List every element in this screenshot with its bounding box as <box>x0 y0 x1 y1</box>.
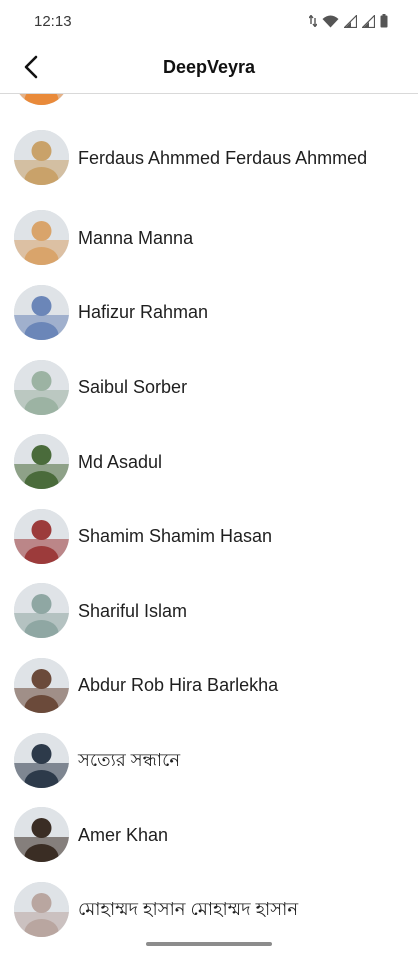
list-item[interactable]: Shamim Shamim Hasan <box>0 499 418 574</box>
list-item[interactable]: Abdur Rob Hira Barlekha <box>0 648 418 723</box>
wifi-icon <box>322 15 339 27</box>
battery-icon <box>380 14 388 28</box>
avatar <box>14 657 69 713</box>
member-name: Md Asadul <box>78 451 163 472</box>
avatar <box>14 732 69 788</box>
person-icon <box>14 508 69 564</box>
person-icon <box>14 130 69 186</box>
signal-icon <box>362 14 375 28</box>
list-item[interactable]: Saibul Sorber <box>0 350 418 425</box>
list-item[interactable]: সত্যের সন্ধানে <box>0 723 418 798</box>
list-item[interactable]: Shariful Islam <box>0 574 418 649</box>
person-icon <box>14 284 69 340</box>
list-item[interactable]: Hafizur Rahman <box>0 275 418 350</box>
person-icon <box>14 434 69 490</box>
member-name: Shariful Islam <box>78 600 188 621</box>
member-name: সত্যের সন্ধানে <box>78 750 181 771</box>
member-name: Saibul Sorber <box>78 377 188 398</box>
avatar <box>14 881 69 937</box>
member-list[interactable]: Sayem ¹ Ferdaus Ahmmed Ferdaus Ahmmed Mann… <box>0 94 418 940</box>
person-icon <box>14 94 69 105</box>
list-item[interactable]: মোহাম্মদ হাসান মোহাম্মদ হাসান <box>0 872 418 940</box>
person-icon <box>14 210 69 266</box>
signal-icon <box>344 14 357 28</box>
avatar <box>14 284 69 340</box>
avatar <box>14 807 69 863</box>
avatar <box>14 359 69 415</box>
avatar <box>14 210 69 266</box>
person-icon <box>14 881 69 937</box>
person-icon <box>14 732 69 788</box>
member-name: Ferdaus Ahmmed Ferdaus Ahmmed <box>78 147 368 168</box>
member-list-content: Sayem ¹ Ferdaus Ahmmed Ferdaus Ahmmed Mann… <box>0 94 418 940</box>
member-name: Manna Manna <box>78 227 194 248</box>
list-item[interactable]: Ferdaus Ahmmed Ferdaus Ahmmed <box>0 115 418 201</box>
person-icon <box>14 583 69 639</box>
data-arrows-icon <box>309 15 317 27</box>
page-title: DeepVeyra <box>162 57 256 77</box>
avatar <box>14 130 69 186</box>
list-item[interactable]: Sayem ¹ <box>0 94 418 115</box>
status-icons <box>309 14 388 28</box>
member-name: Shamim Shamim Hasan <box>78 526 273 547</box>
member-name: Abdur Rob Hira Barlekha <box>78 675 279 696</box>
avatar <box>14 583 69 639</box>
status-time: 12:13 <box>34 12 72 30</box>
avatar <box>14 94 69 105</box>
status-bar: 12:13 <box>0 0 418 42</box>
member-name: মোহাম্মদ হাসান মোহাম্মদ হাসান <box>78 899 299 920</box>
list-item[interactable]: Md Asadul <box>0 424 418 499</box>
list-item[interactable]: Manna Manna <box>0 201 418 276</box>
app-bar: DeepVeyra <box>0 42 418 94</box>
person-icon <box>14 657 69 713</box>
member-name: Hafizur Rahman <box>78 302 209 323</box>
list-item[interactable]: Amer Khan <box>0 797 418 872</box>
member-name: Amer Khan <box>78 824 169 845</box>
person-icon <box>14 359 69 415</box>
home-indicator[interactable] <box>146 942 272 946</box>
avatar <box>14 508 69 564</box>
person-icon <box>14 807 69 863</box>
avatar <box>14 434 69 490</box>
